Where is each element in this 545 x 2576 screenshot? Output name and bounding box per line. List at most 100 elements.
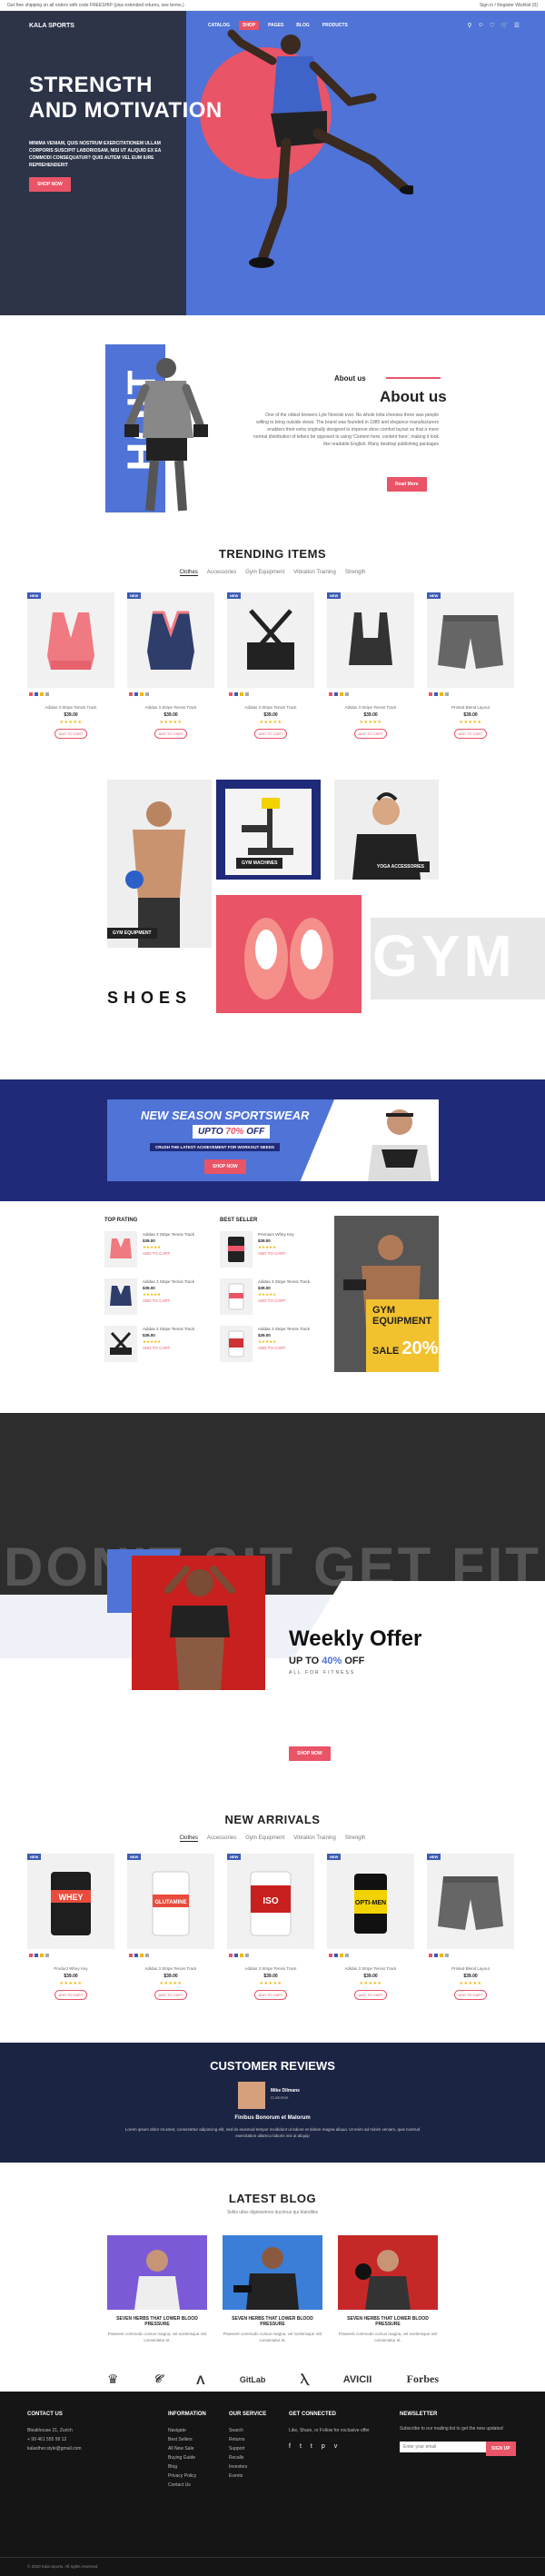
blog-card[interactable]: SEVEN HERBS THAT LOWER BLOOD PRESSURE Pr… — [107, 2235, 207, 2343]
about-read-more-button[interactable]: Read More — [387, 477, 427, 492]
bra-navy-thumb — [110, 1286, 132, 1306]
category-shoes-image[interactable] — [216, 895, 362, 1013]
supplement-white-thumb — [228, 1283, 244, 1310]
facebook-icon[interactable]: f — [289, 2442, 291, 2452]
blog-post-title[interactable]: SEVEN HERBS THAT LOWER BLOOD PRESSURE — [107, 2316, 207, 2327]
product-card[interactable]: NEW Printed Blend Layout $39.00 ★★★★★ AD… — [427, 592, 514, 739]
category-yoga[interactable]: YOGA ACCESSORIES — [334, 780, 439, 880]
blog-title: LATEST BLOG — [228, 2192, 317, 2205]
tab-accessories[interactable]: Accessories — [207, 570, 236, 576]
product-card[interactable]: NEW Adidas 3 Stripe Tennis Track $39.00 … — [227, 592, 314, 739]
add-to-cart-button[interactable]: ADD TO CART — [453, 729, 488, 739]
reviews-section: CUSTOMER REVIEWS Mike Dilmans Customer F… — [0, 2043, 545, 2163]
tab-strength[interactable]: Strength — [345, 570, 366, 576]
runner-image — [227, 29, 413, 268]
svg-text:ISO: ISO — [263, 1896, 278, 1906]
add-to-cart-button[interactable]: ADD TO CART — [154, 1990, 188, 2000]
product-card[interactable]: NEW Printed Blend Layout $39.00 ★★★★★ AD… — [427, 1854, 514, 2000]
list-item[interactable]: Adidas 3 Stripe Tennis Track $39.00 ★★★★★ A… — [104, 1231, 213, 1268]
weekly-shop-button[interactable]: SHOP NOW — [289, 1746, 331, 1761]
tab-accessories[interactable]: Accessories — [207, 1835, 236, 1842]
svg-text:GLUTAMINE: GLUTAMINE — [154, 1900, 186, 1905]
gitlab-logo[interactable]: GitLab — [240, 2375, 266, 2384]
add-to-cart-button[interactable]: ADD TO CART — [54, 729, 88, 739]
brand-logos: ♛ 𝒞 Λ GitLab Ⲗ AVICII Forbes — [107, 2372, 439, 2387]
account-links[interactable]: Sign in / Register Wishlist (0) — [480, 3, 538, 8]
cart-icon[interactable]: 🛒 — [500, 22, 509, 29]
add-to-cart-button[interactable]: ADD TO CART — [353, 729, 388, 739]
product-card[interactable]: NEW Adidas 3 Stripe Tennis Track $39.00 … — [27, 592, 114, 739]
athlete-image — [124, 358, 208, 512]
category-gym-machines[interactable]: GYM MACHINES — [216, 780, 321, 880]
list-item[interactable]: Adidas 3 Stripe Tennis Track $39.00 ★★★★★ A… — [104, 1278, 213, 1315]
promo-equipment: EQUIPMENT — [372, 1316, 432, 1327]
label-yoga: YOGA ACCESSORIES — [371, 861, 430, 872]
blog-card[interactable]: SEVEN HERBS THAT LOWER BLOOD PRESSURE Pr… — [338, 2235, 438, 2343]
tab-vibration-training[interactable]: Vibration Training — [293, 1835, 336, 1842]
user-icon[interactable]: ☺ — [478, 22, 484, 29]
blog-post-title[interactable]: SEVEN HERBS THAT LOWER BLOOD PRESSURE — [223, 2316, 322, 2327]
mirrored-r-logo-icon[interactable]: Ⲗ — [301, 2372, 309, 2387]
add-to-cart-button[interactable]: ADD TO CART — [54, 1990, 88, 2000]
trending-title: TRENDING ITEMS — [218, 547, 327, 561]
tab-clothes[interactable]: Clothes — [179, 1835, 198, 1842]
add-to-cart-button[interactable]: ADD TO CART — [353, 1990, 388, 2000]
pinterest-icon[interactable]: p — [322, 2442, 325, 2452]
tab-strength[interactable]: Strength — [345, 1835, 366, 1842]
gym-equipment-promo[interactable]: GYM EQUIPMENT SALE 20% — [334, 1216, 439, 1372]
list-item[interactable]: Premium Whey Key $39.00 ★★★★★ ADD TO CART — [220, 1231, 329, 1268]
add-to-cart-button[interactable]: ADD TO CART — [154, 729, 188, 739]
list-item[interactable]: Adidas 3 Stripe Tennis Track $39.00 ★★★★★ A… — [220, 1326, 329, 1362]
add-to-cart-button[interactable]: ADD TO CART — [253, 729, 288, 739]
new-badge: NEW — [227, 1854, 242, 1860]
category-gym-equipment[interactable]: GYM EQUIPMENT — [107, 780, 212, 948]
new-badge: NEW — [127, 1854, 142, 1860]
blog-image-boxer — [355, 2250, 411, 2310]
product-card[interactable]: NEW Adidas 3 Stripe Tennis Track $39.00 … — [127, 592, 214, 739]
add-to-cart-button[interactable]: ADD TO CART — [253, 1990, 288, 2000]
twitter-icon[interactable]: t — [300, 2442, 302, 2452]
list-item[interactable]: Adidas 3 Stripe Tennis Track $39.00 ★★★★★ A… — [104, 1326, 213, 1362]
triangle-logo-icon[interactable]: Λ — [196, 2372, 204, 2387]
script-logo-icon[interactable]: 𝒞 — [154, 2372, 162, 2386]
add-to-cart-button[interactable]: ADD TO CART — [453, 1990, 488, 2000]
tab-gym-equipment[interactable]: Gym Equipment — [245, 570, 284, 576]
forbes-logo[interactable]: Forbes — [407, 2372, 439, 2386]
hero-text: MINIMA VENIAM, QUIS NOSTRUM EXERCITATION… — [29, 141, 162, 168]
list-item[interactable]: Adidas 3 Stripe Tennis Track $39.00 ★★★★★ A… — [220, 1278, 329, 1315]
tab-clothes[interactable]: Clothes — [179, 570, 198, 576]
search-icon[interactable]: ⚲ — [467, 22, 471, 29]
tab-gym-equipment[interactable]: Gym Equipment — [245, 1835, 284, 1842]
rating-stars: ★★★★★ — [159, 1981, 183, 1986]
tumblr-icon[interactable]: t — [311, 2442, 312, 2452]
product-card[interactable]: NEW WHEY Product Whey Key $39.00 ★★★★★ A… — [27, 1854, 114, 2000]
promo-text: Get free shipping on all orders with cod… — [7, 2, 184, 8]
newsletter-signup-button[interactable]: SIGN UP — [486, 2442, 516, 2456]
blog-card[interactable]: SEVEN HERBS THAT LOWER BLOOD PRESSURE Pr… — [223, 2235, 322, 2343]
newsletter-email-input[interactable] — [400, 2442, 486, 2452]
whey-tub-thumb — [228, 1237, 244, 1262]
season-promo-section: NEW SEASON SPORTSWEAR UPTO 70% OFF CRUSH… — [0, 1079, 545, 1201]
product-card[interactable]: NEW Adidas 3 Stripe Tennis Track $39.00 … — [327, 592, 414, 739]
promo-sale: SALE — [372, 1346, 400, 1357]
blog-subtitle: Sollis ullas dignissimos ducimus qui bla… — [226, 2210, 319, 2215]
new-badge: NEW — [427, 592, 441, 599]
promo-gym: GYM — [372, 1305, 396, 1316]
product-card[interactable]: NEW OPTI-MEN Adidas 3 Stripe Tennis Trac… — [327, 1854, 414, 2000]
hero-shop-button[interactable]: SHOP NOW — [29, 177, 71, 192]
hero-section: KALA SPORTS CATALOG SHOP PAGES BLOG PROD… — [0, 11, 545, 315]
label-gym-equipment: GYM EQUIPMENT — [107, 928, 157, 939]
trending-tabs: Clothes Accessories Gym Equipment Vibrat… — [0, 570, 545, 576]
product-card[interactable]: NEW GLUTAMINE Adidas 3 Stripe Tennis Tra… — [127, 1854, 214, 2000]
avicii-logo[interactable]: AVICII — [343, 2374, 372, 2385]
menu-icon[interactable]: ☰ — [514, 22, 520, 29]
vimeo-icon[interactable]: v — [334, 2442, 338, 2452]
reviews-title: CUSTOMER REVIEWS — [210, 2059, 335, 2073]
blog-post-title[interactable]: SEVEN HERBS THAT LOWER BLOOD PRESSURE — [338, 2316, 438, 2327]
tab-vibration-training[interactable]: Vibration Training — [293, 570, 336, 576]
lion-logo-icon[interactable]: ♛ — [107, 2372, 119, 2387]
season-shop-button[interactable]: SHOP NOW — [204, 1159, 246, 1174]
heart-icon[interactable]: ♡ — [490, 22, 495, 29]
product-card[interactable]: NEW ISO Adidas 3 Stripe Tennis Track $39… — [227, 1854, 314, 2000]
site-logo[interactable]: KALA SPORTS — [29, 23, 74, 29]
